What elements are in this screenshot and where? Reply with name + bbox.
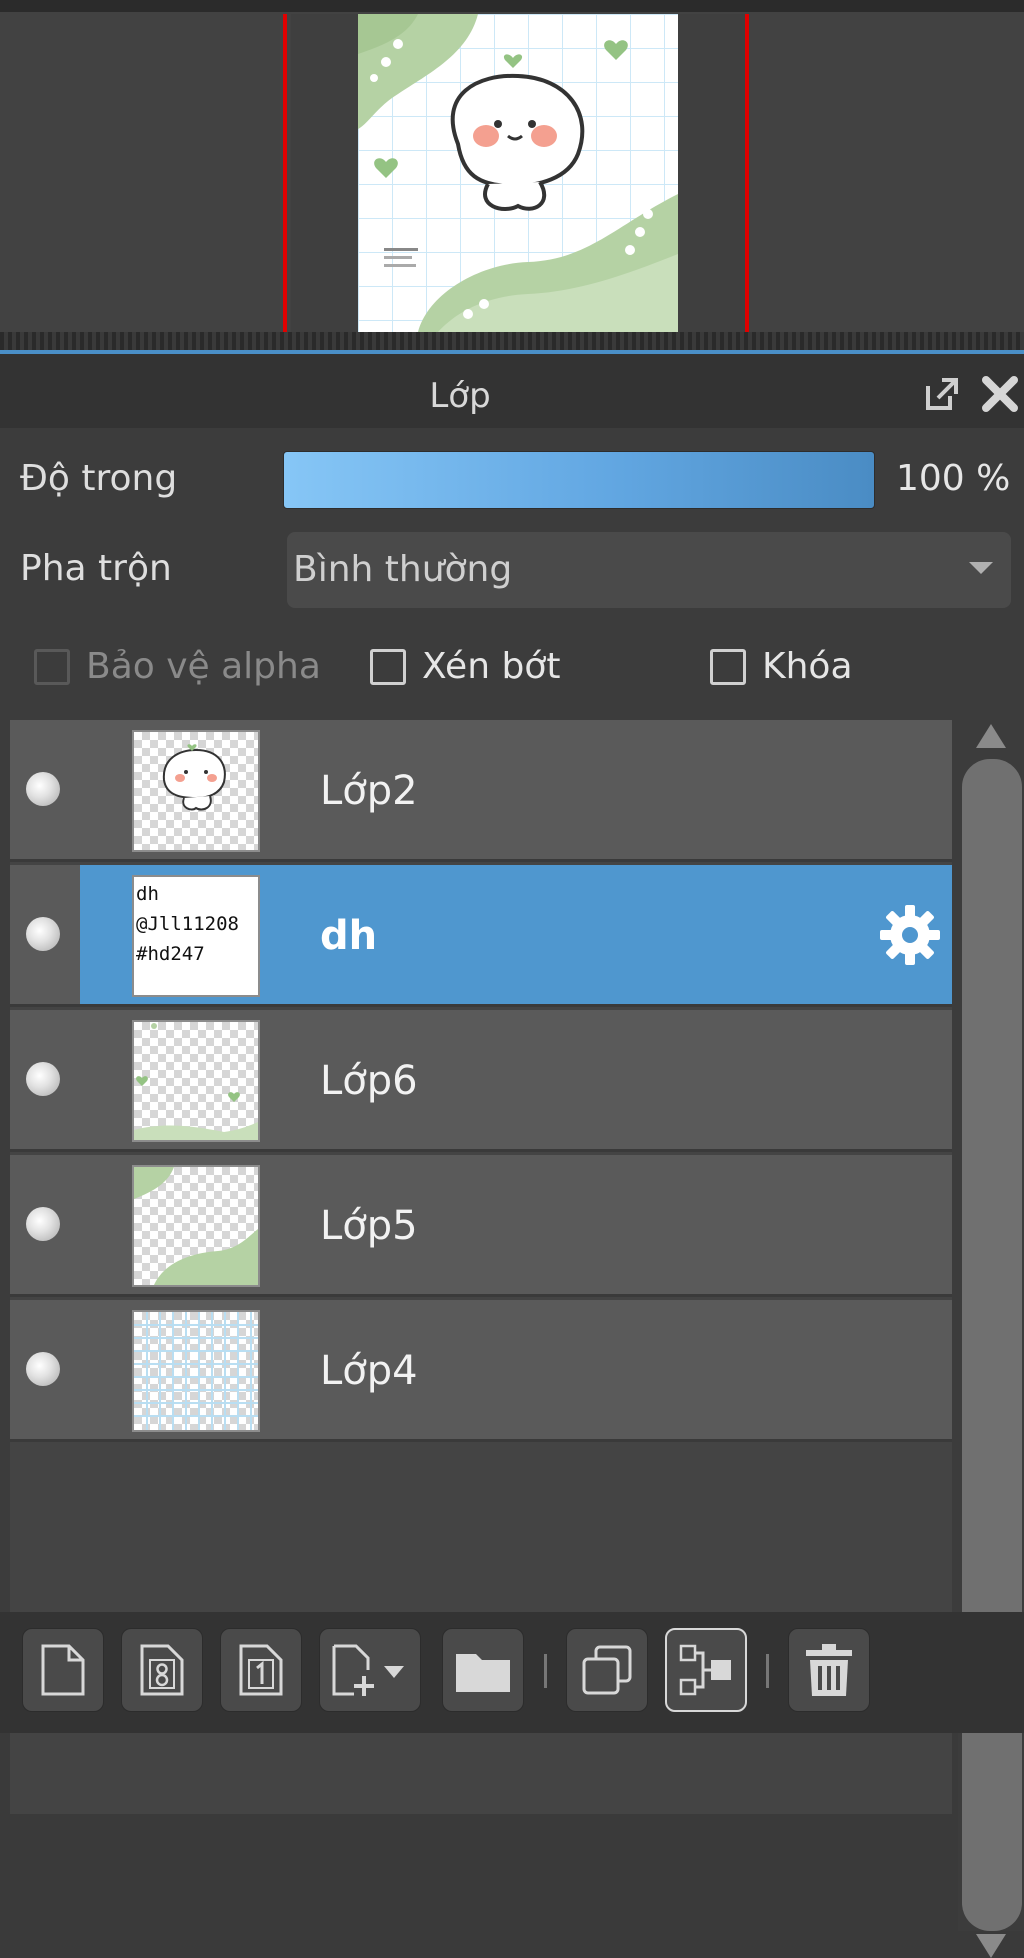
layer-panel: Lớp Độ trong 100 % Pha trộn Bình thường … [0,354,1024,1958]
delete-layer-icon [806,1644,852,1696]
lock-label: Khóa [762,646,853,687]
panel-title: Lớp [429,376,491,416]
thumbnail-text: dh @Jll11208 #hd247 [136,883,239,965]
duplicate-layer-icon [582,1645,632,1695]
scroll-down-arrow-icon[interactable] [976,1934,1006,1958]
viewport-frame-left [283,14,287,332]
layer-row[interactable]: Lớp4 [10,1300,952,1442]
popout-icon[interactable] [922,374,962,414]
navigator-panel [0,0,1024,350]
layer-thumbnail [132,1165,260,1287]
merge-layer-icon [679,1644,731,1696]
add-layer-menu-icon [332,1644,404,1696]
lock-box [710,648,746,685]
layer-row[interactable]: Lớp2 [10,720,952,862]
protect-alpha-checkbox[interactable]: Bảo vệ alpha [34,646,321,687]
new-8bit-layer-button[interactable] [121,1628,203,1712]
layer-name: Lớp4 [320,1348,418,1394]
canvas-thumbnail[interactable] [358,14,678,332]
clipping-checkbox[interactable]: Xén bớt [370,646,560,687]
visibility-toggle[interactable] [26,772,60,806]
lock-checkbox[interactable]: Khóa [710,646,853,687]
clipping-label: Xén bớt [422,646,561,687]
layer-row[interactable]: Lớp5 [10,1155,952,1297]
protect-alpha-label: Bảo vệ alpha [86,646,321,687]
scroll-up-arrow-icon[interactable] [976,724,1006,748]
layer-toolbar [0,1612,1024,1733]
toolbar-separator [544,1654,547,1688]
opacity-label: Độ trong [20,458,178,499]
layer-thumbnail: dh @Jll11208 #hd247 [132,875,260,997]
toolbar-separator [766,1654,769,1688]
visibility-toggle[interactable] [26,1062,60,1096]
layer-row-selected[interactable]: dh @Jll11208 #hd247 dh [10,865,952,1007]
add-layer-menu-button[interactable] [319,1628,421,1712]
blend-label: Pha trộn [20,548,172,589]
layer-thumbnail [132,1310,260,1432]
artwork-illustration [358,14,678,332]
new-1bit-layer-button[interactable] [220,1628,302,1712]
duplicate-layer-button[interactable] [566,1628,648,1712]
panel-header: Lớp [0,354,1024,428]
chevron-down-icon [969,562,993,574]
layer-name: Lớp5 [320,1203,418,1249]
navigator-top-strip [0,0,1024,12]
visibility-toggle[interactable] [26,917,60,951]
layer-name: dh [320,913,378,959]
opacity-slider[interactable] [283,451,875,509]
visibility-toggle[interactable] [26,1207,60,1241]
new-folder-icon [456,1654,510,1692]
blend-mode-select[interactable]: Bình thường [287,532,1011,608]
new-layer-icon [41,1644,85,1696]
gear-icon[interactable] [876,901,944,969]
navigator-resize-handle[interactable] [0,332,1024,350]
layer-name: Lớp2 [320,768,418,814]
layer-thumbnail [132,1020,260,1142]
new-1bit-layer-icon [239,1644,283,1696]
new-8bit-layer-icon [140,1644,184,1696]
protect-alpha-box [34,648,70,685]
close-icon[interactable] [980,374,1020,414]
layer-row[interactable]: Lớp6 [10,1010,952,1152]
opacity-value: 100 % [896,458,1011,499]
merge-layer-button[interactable] [665,1628,747,1712]
new-folder-button[interactable] [442,1628,524,1712]
viewport-frame-right [745,14,749,332]
delete-layer-button[interactable] [788,1628,870,1712]
new-layer-button[interactable] [22,1628,104,1712]
visibility-toggle[interactable] [26,1352,60,1386]
blend-mode-value: Bình thường [293,549,513,590]
layer-thumbnail [132,730,260,852]
clipping-box [370,648,406,685]
scrollbar-thumb[interactable] [962,759,1022,1931]
layer-name: Lớp6 [320,1058,418,1104]
